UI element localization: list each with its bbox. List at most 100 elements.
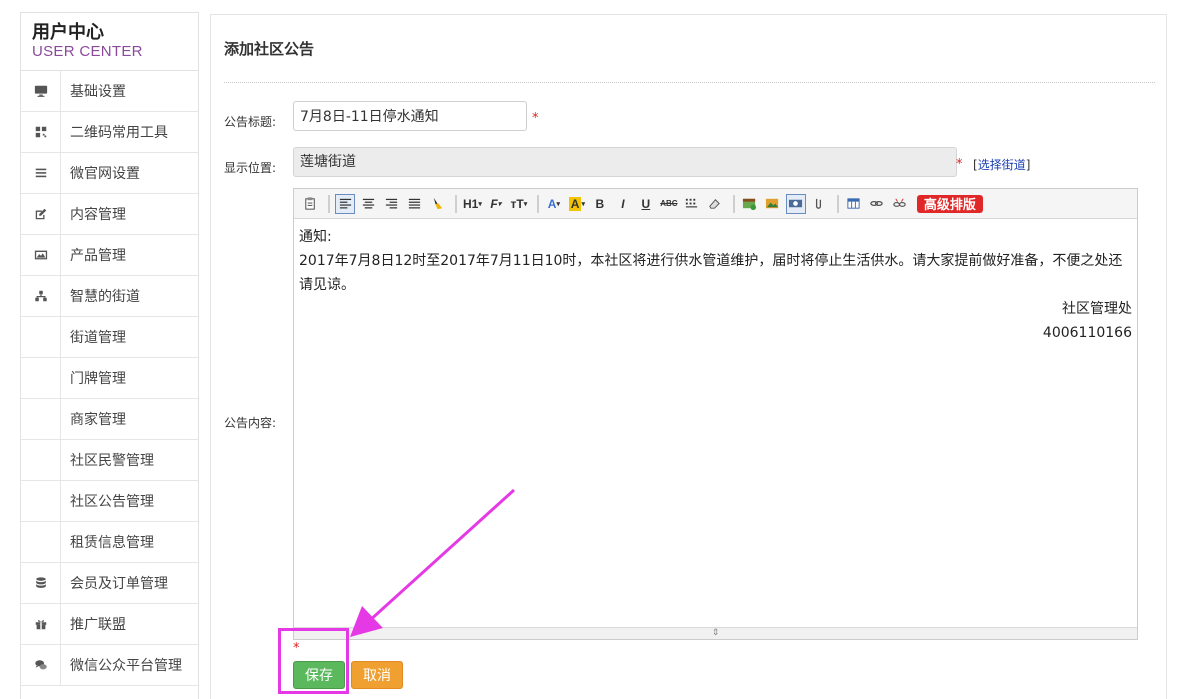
sidebar-item-police-manage[interactable]: 社区民警管理 (21, 440, 198, 481)
notice-body: 2017年7月8日12时至2017年7月11日10时，本社区将进行供水管道维护，… (299, 253, 1123, 293)
sidebar: 用户中心 USER CENTER 基础设置 二维码常用工具 微官网设置 内容管理… (20, 12, 199, 699)
sidebar-item-label: 社区公告管理 (70, 494, 154, 510)
heading-dropdown[interactable]: H1 ▾ (462, 194, 483, 214)
format-brush-icon[interactable] (427, 194, 447, 214)
display-location-label: 显示位置: (224, 161, 277, 175)
bracket-close: ] (1025, 158, 1031, 172)
sidebar-item-basic-settings[interactable]: 基础设置 (21, 71, 198, 112)
divider (224, 82, 1155, 83)
insert-image-icon[interactable] (740, 194, 760, 214)
sidebar-item-notice-manage[interactable]: 社区公告管理 (21, 481, 198, 522)
logo-title-cn: 用户中心 (32, 22, 104, 43)
notice-greeting: 通知: (299, 229, 332, 245)
sidebar-item-promotion[interactable]: 推广联盟 (21, 604, 198, 645)
gift-icon (21, 604, 61, 644)
user-center-logo: 用户中心 USER CENTER (21, 13, 198, 71)
comments-icon (21, 645, 61, 685)
image-icon (21, 235, 61, 275)
toolbar-separator (455, 194, 457, 213)
sidebar-item-micro-site[interactable]: 微官网设置 (21, 153, 198, 194)
logo-title-en: USER CENTER (32, 43, 143, 60)
sidebar-item-products[interactable]: 产品管理 (21, 235, 198, 276)
font-family-dropdown[interactable]: F ▾ (486, 194, 506, 214)
heading-label: H1 (463, 196, 479, 211)
strikethrough-button[interactable]: ABC (659, 194, 679, 214)
advanced-layout-button[interactable]: 高级排版 (916, 194, 983, 213)
font-size-dropdown[interactable]: тT ▾ (509, 194, 529, 214)
align-right-icon[interactable] (381, 194, 401, 214)
align-left-icon[interactable] (335, 193, 355, 214)
database-icon (21, 563, 61, 603)
notice-content-label: 公告内容: (224, 416, 277, 430)
sitemap-icon (21, 276, 61, 316)
page-title: 添加社区公告 (224, 40, 315, 58)
main-panel: 添加社区公告 公告标题: * 显示位置: 莲塘街道 * [选择街道] 公告内容:… (210, 14, 1167, 699)
font-size-label: тT (510, 196, 524, 211)
sidebar-item-rental-manage[interactable]: 租赁信息管理 (21, 522, 198, 563)
notice-title-input[interactable] (293, 101, 527, 131)
font-family-label: F (490, 196, 498, 211)
sidebar-item-content[interactable]: 内容管理 (21, 194, 198, 235)
sidebar-item-label: 基础设置 (70, 84, 126, 100)
font-color-button[interactable]: A ▾ (544, 194, 564, 214)
sidebar-item-label: 推广联盟 (70, 617, 126, 633)
rich-text-editor: H1 ▾ F ▾ тT ▾ A ▾ A ▾ B I U ABC 高级排版 通知: 201 (293, 188, 1138, 640)
unlink-icon[interactable] (890, 194, 910, 214)
display-location-field[interactable]: 莲塘街道 (293, 147, 957, 177)
sidebar-item-label: 二维码常用工具 (70, 125, 168, 141)
editor-toolbar: H1 ▾ F ▾ тT ▾ A ▾ A ▾ B I U ABC 高级排版 (294, 189, 1137, 219)
sidebar-item-label: 门牌管理 (70, 371, 126, 387)
notice-title-label: 公告标题: (224, 115, 277, 129)
sidebar-item-label: 微官网设置 (70, 166, 140, 182)
toolbar-separator (836, 194, 839, 213)
toolbar-separator (536, 194, 539, 213)
sidebar-item-street-manage[interactable]: 街道管理 (21, 317, 198, 358)
insert-table-icon[interactable] (844, 194, 864, 214)
background-color-label: A (568, 196, 582, 211)
sidebar-item-label: 微信公众平台管理 (70, 658, 182, 674)
required-mark: * (956, 157, 963, 172)
bold-button[interactable]: B (590, 194, 610, 214)
underline-button[interactable]: U (636, 194, 656, 214)
notice-signature: 社区管理处 (1062, 301, 1132, 317)
background-color-button[interactable]: A ▾ (567, 194, 587, 214)
cancel-button[interactable]: 取消 (351, 661, 403, 689)
sidebar-item-label: 租赁信息管理 (70, 535, 154, 551)
qrcode-icon (21, 112, 61, 152)
eraser-icon[interactable] (705, 194, 725, 214)
monitor-icon (21, 71, 61, 111)
list-icon (21, 153, 61, 193)
sidebar-item-smart-street[interactable]: 智慧的街道 (21, 276, 198, 317)
editor-resize-handle[interactable]: ⇕ (294, 627, 1137, 639)
sidebar-item-doorplate-manage[interactable]: 门牌管理 (21, 358, 198, 399)
sidebar-item-label: 商家管理 (70, 412, 126, 428)
align-center-icon[interactable] (358, 194, 378, 214)
highlight-box (278, 628, 349, 694)
sidebar-item-label: 产品管理 (70, 248, 126, 264)
sidebar-item-label: 会员及订单管理 (70, 576, 168, 592)
sidebar-item-label: 智慧的街道 (70, 289, 140, 305)
edit-icon (21, 194, 61, 234)
sidebar-item-members-orders[interactable]: 会员及订单管理 (21, 563, 198, 604)
editor-content-area[interactable]: 通知: 2017年7月8日12时至2017年7月11日10时，本社区将进行供水管… (294, 219, 1137, 626)
table-grid-icon[interactable] (682, 194, 702, 214)
choose-street-link: [选择街道] (973, 156, 1030, 173)
notice-phone: 4006110166 (1042, 325, 1132, 341)
italic-button[interactable]: I (613, 194, 633, 214)
paste-icon[interactable] (300, 194, 320, 214)
sidebar-item-label: 社区民警管理 (70, 453, 154, 469)
sidebar-item-qrcode-tools[interactable]: 二维码常用工具 (21, 112, 198, 153)
insert-multi-image-icon[interactable] (763, 194, 783, 214)
toolbar-separator (732, 194, 735, 213)
sidebar-item-merchant-manage[interactable]: 商家管理 (21, 399, 198, 440)
insert-video-icon[interactable] (785, 193, 806, 214)
align-justify-icon[interactable] (404, 194, 424, 214)
sidebar-item-wechat[interactable]: 微信公众平台管理 (21, 645, 198, 686)
link-icon[interactable] (867, 194, 887, 214)
choose-street-button[interactable]: 选择街道 (978, 158, 1026, 172)
sidebar-item-label: 内容管理 (70, 207, 126, 223)
toolbar-separator (328, 194, 330, 213)
sidebar-item-label: 街道管理 (70, 330, 126, 346)
required-mark: * (532, 111, 539, 126)
attachment-icon[interactable] (809, 194, 829, 214)
